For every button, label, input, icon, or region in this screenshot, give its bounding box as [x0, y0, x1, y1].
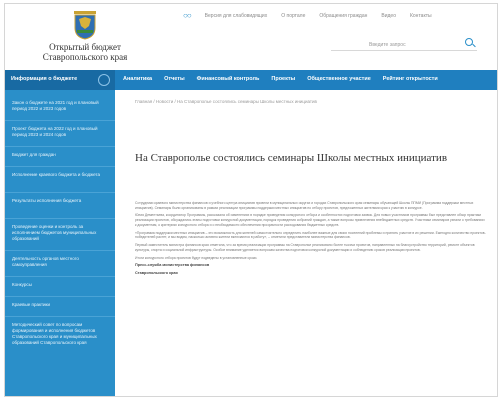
article-paragraph: Итоги конкурсного отбора проектов будут …: [135, 255, 258, 260]
sidebar-item-regional-practices[interactable]: Краевые практики: [12, 302, 110, 308]
site-name[interactable]: Открытый бюджет Ставропольского края: [29, 42, 141, 62]
menu-toggle-icon[interactable]: [98, 74, 110, 86]
page-title: На Ставрополье состоялись семинары Школы…: [135, 152, 448, 164]
nav-public-participation[interactable]: Общественное участие: [307, 76, 371, 82]
browser-page: Открытый бюджет Ставропольского края ○○ …: [4, 3, 498, 397]
nav-financial-control[interactable]: Финансовый контроль: [197, 76, 260, 82]
sidebar: Закон о бюджете на 2021 год и плановый п…: [5, 90, 115, 396]
sidebar-divider: [5, 192, 115, 193]
topnav-accessibility-link[interactable]: Версия для слабовидящих: [205, 13, 268, 19]
sidebar-divider: [5, 276, 115, 277]
main-navigation-bar: Информация о бюджете Аналитика Отчеты Фи…: [5, 70, 497, 90]
accessibility-glasses-icon[interactable]: ○○: [183, 11, 192, 20]
article-paragraph: Сотрудники краевого министерства финансо…: [135, 201, 474, 210]
budget-info-label: Информация о бюджете: [11, 76, 78, 82]
sidebar-item-citizens-budget[interactable]: Бюджет для граждан: [12, 152, 110, 158]
top-navigation: ○○ Версия для слабовидящих О портале Обр…: [183, 11, 432, 20]
sidebar-divider: [5, 316, 115, 317]
article-paragraph: Юлия Дементьева, координатор Программы, …: [135, 213, 485, 227]
press-service-region-line: Ставропольского края: [135, 271, 178, 276]
budget-info-menu[interactable]: Информация о бюджете: [5, 70, 115, 90]
nav-openness-rating[interactable]: Рейтинг открытости: [383, 76, 438, 82]
nav-analytics[interactable]: Аналитика: [123, 76, 152, 82]
topnav-video-link[interactable]: Видео: [381, 13, 396, 19]
site-header: Открытый бюджет Ставропольского края ○○ …: [5, 4, 497, 70]
main-nav: Аналитика Отчеты Финансовый контроль Про…: [123, 76, 438, 82]
sidebar-item-municipal-control[interactable]: Проведение оценки и контроль за исполнен…: [12, 224, 110, 242]
sidebar-divider: [5, 166, 115, 167]
sidebar-item-execution-results[interactable]: Результаты исполнения бюджета: [12, 198, 110, 204]
sidebar-item-contests[interactable]: Конкурсы: [12, 282, 110, 288]
search-input[interactable]: Введите запрос: [331, 37, 477, 51]
press-service-line: Пресс-служба министерства финансов: [135, 263, 210, 268]
sidebar-divider: [5, 120, 115, 121]
nav-projects[interactable]: Проекты: [271, 76, 295, 82]
sidebar-item-local-government[interactable]: Деятельность органов местного самоуправл…: [12, 256, 110, 268]
breadcrumb[interactable]: Главная / Новости / На Ставрополье состо…: [135, 99, 317, 104]
topnav-appeals-link[interactable]: Обращения граждан: [319, 13, 367, 19]
sidebar-divider: [5, 296, 115, 297]
sidebar-item-budget-execution[interactable]: Исполнение краевого бюджета и бюджета: [12, 172, 110, 178]
search-icon[interactable]: [465, 38, 473, 46]
topnav-about-link[interactable]: О портале: [281, 13, 305, 19]
sidebar-item-budget-law[interactable]: Закон о бюджете на 2021 год и плановый п…: [12, 100, 110, 112]
sidebar-item-methodical-council[interactable]: Методический совет по вопросам формирова…: [12, 322, 110, 346]
sidebar-divider: [5, 218, 115, 219]
coat-of-arms-logo[interactable]: [73, 10, 97, 40]
article-body: Сотрудники краевого министерства финансо…: [135, 201, 487, 279]
sidebar-divider: [5, 250, 115, 251]
article-paragraph: Первый заместитель министра финансов кра…: [135, 243, 475, 252]
article-paragraph: «Программа поддержки местных инициатив –…: [135, 230, 486, 240]
topnav-contacts-link[interactable]: Контакты: [410, 13, 432, 19]
nav-reports[interactable]: Отчеты: [164, 76, 185, 82]
search-placeholder: Введите запрос: [369, 42, 406, 48]
sidebar-divider: [5, 146, 115, 147]
sidebar-item-budget-draft[interactable]: Проект бюджета на 2022 год и плановый пе…: [12, 126, 110, 138]
